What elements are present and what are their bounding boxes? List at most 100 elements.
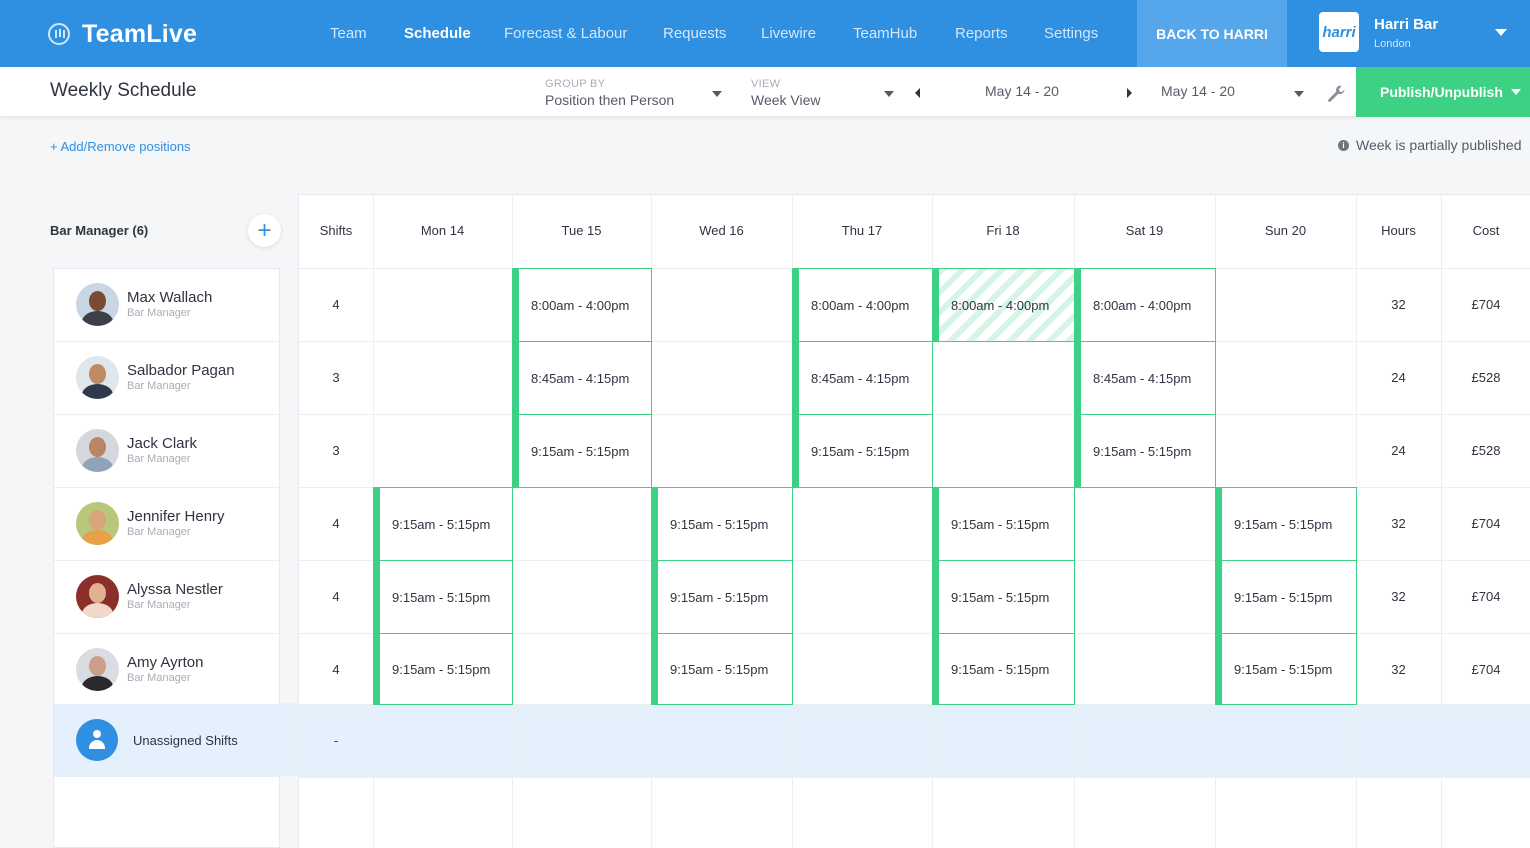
- avatar: [76, 283, 119, 326]
- cost-value: £528: [1471, 443, 1501, 458]
- person-name: Alyssa Nestler: [127, 581, 223, 598]
- date-range: May 14 - 20: [985, 83, 1059, 99]
- org-location: London: [1374, 38, 1411, 50]
- shift-block[interactable]: 9:15am - 5:15pm: [1074, 414, 1216, 488]
- nav-requests[interactable]: Requests: [663, 25, 726, 42]
- column-header-hours: Hours: [1381, 223, 1416, 238]
- avatar: [76, 356, 119, 399]
- shift-block[interactable]: 9:15am - 5:15pm: [373, 633, 513, 705]
- person-role: Bar Manager: [127, 672, 191, 684]
- toolbar: Weekly Schedule GROUP BY Position then P…: [0, 67, 1530, 117]
- shift-block[interactable]: 8:00am - 4:00pm: [512, 268, 652, 342]
- person-name: Amy Ayrton: [127, 654, 204, 671]
- shift-count: 4: [332, 297, 340, 312]
- teamlive-logo-icon: [48, 23, 70, 45]
- hours-value: 32: [1391, 297, 1406, 312]
- unassigned-shifts-row[interactable]: Unassigned Shifts: [54, 704, 281, 777]
- shift-block[interactable]: 8:45am - 4:15pm: [512, 341, 652, 415]
- nav-team[interactable]: Team: [330, 25, 367, 42]
- view-select[interactable]: Week View: [751, 92, 821, 108]
- avatar: [76, 648, 119, 691]
- shift-block[interactable]: 9:15am - 5:15pm: [932, 633, 1075, 705]
- unassigned-row-gap: [280, 703, 298, 776]
- shift-block[interactable]: 9:15am - 5:15pm: [932, 487, 1075, 561]
- info-icon: i: [1338, 139, 1349, 151]
- chevron-down-icon[interactable]: [712, 91, 722, 97]
- nav-livewire[interactable]: Livewire: [761, 25, 816, 42]
- org-name[interactable]: Harri Bar: [1374, 16, 1438, 33]
- column-header-sun-20: Sun 20: [1264, 223, 1307, 238]
- nav-teamhub[interactable]: TeamHub: [853, 25, 917, 42]
- add-shift-button[interactable]: +: [248, 214, 281, 247]
- person-row[interactable]: Alyssa Nestler Bar Manager: [54, 561, 281, 634]
- cost-value: £704: [1471, 662, 1501, 677]
- unassigned-grid-row[interactable]: [299, 704, 1530, 777]
- back-to-harri-button[interactable]: BACK TO HARRI: [1137, 0, 1287, 67]
- person-row[interactable]: Jack Clark Bar Manager: [54, 415, 281, 488]
- person-row[interactable]: Amy Ayrton Bar Manager: [54, 634, 281, 707]
- shift-block[interactable]: 9:15am - 5:15pm: [1215, 487, 1357, 561]
- chevron-down-icon[interactable]: [1495, 29, 1507, 36]
- date-range-select[interactable]: May 14 - 20: [1161, 83, 1235, 99]
- shift-count: 3: [332, 443, 340, 458]
- nav-reports[interactable]: Reports: [955, 25, 1008, 42]
- chevron-left-icon[interactable]: [915, 88, 920, 98]
- person-row[interactable]: Jennifer Henry Bar Manager: [54, 488, 281, 561]
- shift-block[interactable]: 9:15am - 5:15pm: [932, 560, 1075, 634]
- group-by-select[interactable]: Position then Person: [545, 92, 674, 108]
- shift-block[interactable]: 9:15am - 5:15pm: [1215, 633, 1357, 705]
- nav-settings[interactable]: Settings: [1044, 25, 1098, 42]
- avatar: [76, 502, 119, 545]
- person-name: Max Wallach: [127, 289, 213, 306]
- hours-value: 24: [1391, 370, 1406, 385]
- hours-value: 32: [1391, 589, 1406, 604]
- unassigned-shift-count: -: [333, 733, 339, 748]
- shift-count: 4: [332, 516, 340, 531]
- publish-label: Publish/Unpublish: [1380, 84, 1503, 100]
- nav-schedule[interactable]: Schedule: [404, 25, 471, 42]
- shift-block[interactable]: 8:45am - 4:15pm: [1074, 341, 1216, 415]
- shift-block[interactable]: 8:45am - 4:15pm: [792, 341, 933, 415]
- chevron-right-icon[interactable]: [1127, 88, 1132, 98]
- person-row[interactable]: Max Wallach Bar Manager: [54, 269, 281, 342]
- schedule-grid: Shifts Mon 14 Tue 15 Wed 16 Thu 17 Fri 18 Sat …: [298, 194, 1530, 848]
- shift-block[interactable]: 9:15am - 5:15pm: [651, 633, 793, 705]
- shift-block[interactable]: 8:00am - 4:00pm: [792, 268, 933, 342]
- shift-count: 4: [332, 662, 340, 677]
- person-role: Bar Manager: [127, 307, 191, 319]
- chevron-down-icon[interactable]: [1294, 91, 1304, 97]
- person-role: Bar Manager: [127, 453, 191, 465]
- person-role: Bar Manager: [127, 599, 191, 611]
- unpublished-shift-block[interactable]: 8:00am - 4:00pm: [932, 268, 1075, 342]
- chevron-down-icon[interactable]: [1511, 89, 1521, 95]
- shift-block[interactable]: 9:15am - 5:15pm: [1215, 560, 1357, 634]
- shift-block[interactable]: 9:15am - 5:15pm: [373, 560, 513, 634]
- chevron-down-icon[interactable]: [884, 91, 894, 97]
- avatar: [76, 429, 119, 472]
- shift-block[interactable]: 8:00am - 4:00pm: [1074, 268, 1216, 342]
- shift-block[interactable]: 9:15am - 5:15pm: [651, 560, 793, 634]
- position-group-label: Bar Manager (6): [50, 223, 149, 238]
- shift-block[interactable]: 9:15am - 5:15pm: [373, 487, 513, 561]
- column-header-tue-15: Tue 15: [561, 223, 602, 238]
- cost-value: £704: [1471, 297, 1501, 312]
- shift-count: 4: [332, 589, 340, 604]
- shift-block[interactable]: 9:15am - 5:15pm: [651, 487, 793, 561]
- person-row[interactable]: Salbador Pagan Bar Manager: [54, 342, 281, 415]
- wrench-icon[interactable]: [1326, 84, 1346, 104]
- column-header-cost: Cost: [1472, 223, 1500, 238]
- org-logo: harri: [1319, 12, 1359, 52]
- cost-value: £528: [1471, 370, 1501, 385]
- person-role: Bar Manager: [127, 526, 191, 538]
- hours-value: 32: [1391, 516, 1406, 531]
- shift-block[interactable]: 9:15am - 5:15pm: [792, 414, 933, 488]
- person-name: Jack Clark: [127, 435, 198, 452]
- publish-unpublish-button[interactable]: Publish/Unpublish: [1356, 67, 1530, 117]
- nav-forecast-labour[interactable]: Forecast & Labour: [504, 25, 627, 42]
- brand[interactable]: TeamLive: [48, 18, 197, 50]
- add-remove-positions-link[interactable]: + Add/Remove positions: [50, 139, 191, 154]
- shift-block[interactable]: 9:15am - 5:15pm: [512, 414, 652, 488]
- person-name: Jennifer Henry: [127, 508, 225, 525]
- person-role: Bar Manager: [127, 380, 191, 392]
- column-header-mon-14: Mon 14: [420, 223, 465, 238]
